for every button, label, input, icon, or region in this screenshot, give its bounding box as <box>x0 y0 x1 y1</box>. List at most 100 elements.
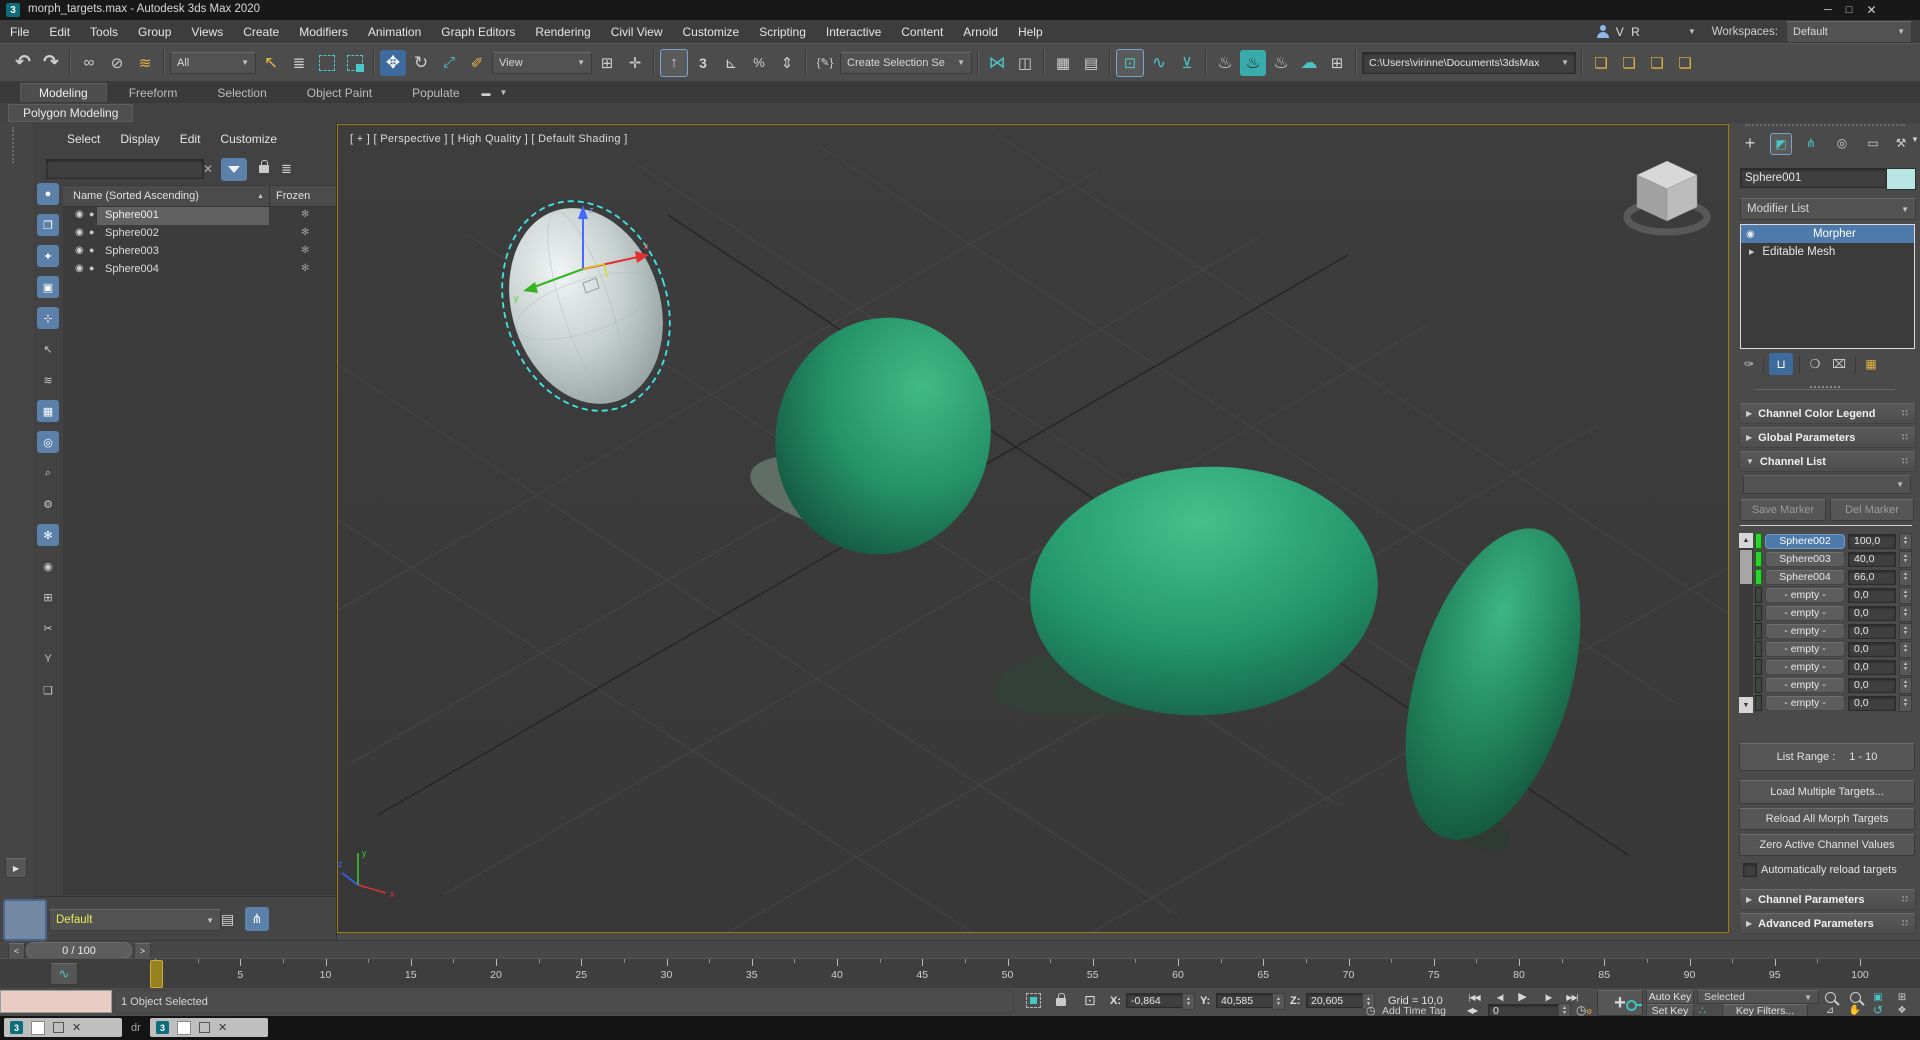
new-folder-button[interactable]: ❏ <box>37 679 59 701</box>
morph-channel-button[interactable]: Sphere002 <box>1765 534 1845 549</box>
toggle-layer-explorer-button[interactable]: ▤ <box>1078 50 1104 76</box>
panel-grip[interactable] <box>1745 124 1905 126</box>
keyboard-shortcut-override-toggle[interactable]: ↑ <box>660 49 688 77</box>
display-cameras-toggle[interactable]: ▣ <box>37 276 59 298</box>
menu-content[interactable]: Content <box>891 25 953 39</box>
morph-channel-button[interactable]: - empty - <box>1765 642 1845 657</box>
open-mini-curve-editor-button[interactable]: ∿ <box>50 963 78 985</box>
menu-file[interactable]: File <box>0 25 39 39</box>
go-to-end-button[interactable]: ▶▶| <box>1562 991 1582 1003</box>
mirror-button[interactable]: ⋈ <box>984 50 1010 76</box>
snaps-toggle-3d[interactable]: 3 <box>690 50 716 76</box>
object-name[interactable]: Sphere002 <box>105 227 159 239</box>
viewport-object-sphere004[interactable] <box>1372 508 1613 864</box>
next-frame-button[interactable]: > <box>134 943 151 959</box>
channel-value-field[interactable]: 40,0 <box>1848 552 1896 567</box>
key-mode-dropdown[interactable]: Selected▼ <box>1697 990 1819 1004</box>
lock-explorer-icon[interactable] <box>259 164 269 176</box>
table-row[interactable]: ◉ ● Sphere002 ✻ <box>63 225 336 243</box>
undo-button[interactable]: ↶ <box>10 50 36 76</box>
sort-ascending-icon[interactable]: ▲ <box>257 193 264 200</box>
project-switcher-button[interactable]: ❏ <box>1672 50 1698 76</box>
close-icon[interactable]: ✕ <box>218 1021 227 1034</box>
rollout-channel-parameters[interactable]: ▶ Channel Parameters ∷ <box>1739 889 1916 910</box>
previous-frame-button[interactable]: < <box>8 943 25 959</box>
rendered-frame-window-button[interactable]: ♨ <box>1240 50 1266 76</box>
rectangular-selection-region-button[interactable] <box>314 50 340 76</box>
hierarchy-view-icon[interactable]: ≣ <box>281 161 292 177</box>
select-by-name-button[interactable]: ≣ <box>286 50 312 76</box>
edit-named-selection-sets-button[interactable]: {✎} <box>812 50 838 76</box>
absolute-offset-mode-toggle[interactable]: ⊡ <box>1084 992 1096 1009</box>
stack-item-morpher[interactable]: ◉ Morpher <box>1741 225 1914 243</box>
cut-tool[interactable]: ✂ <box>37 617 59 639</box>
toggle-scene-explorer-button[interactable]: ▦ <box>1050 50 1076 76</box>
zoom-all-icon[interactable] <box>1845 991 1865 1003</box>
value-spinner[interactable]: ▲▼ <box>1899 551 1912 568</box>
load-multiple-targets-button[interactable]: Load Multiple Targets... <box>1739 780 1915 804</box>
orbit-icon[interactable]: ↺ <box>1868 1004 1888 1016</box>
value-spinner[interactable]: ▲▼ <box>1899 605 1912 622</box>
timeline-playhead[interactable] <box>150 960 163 988</box>
display-spacewarps-toggle[interactable]: ≋ <box>37 369 59 391</box>
rollout-separator[interactable] <box>1755 389 1895 390</box>
menu-group[interactable]: Group <box>128 25 181 39</box>
zoom-extents-icon[interactable]: ▣ <box>1868 991 1888 1003</box>
restore-icon[interactable] <box>53 1022 64 1033</box>
frame-nudge-icon[interactable]: ◀▶ <box>1462 1004 1482 1016</box>
selection-color-swatch[interactable] <box>3 899 47 941</box>
set-project-folder-button[interactable]: ❏ <box>1644 50 1670 76</box>
morph-channel-button[interactable]: - empty - <box>1765 624 1845 639</box>
morph-channel-button[interactable]: - empty - <box>1765 696 1845 711</box>
display-containers-toggle[interactable]: ⊞ <box>37 586 59 608</box>
ribbon-minimize-button[interactable]: ▬▼ <box>482 88 508 98</box>
pan-hand-icon[interactable]: ✋ <box>1845 1004 1865 1016</box>
time-configuration-button[interactable]: ◷ <box>1576 1003 1586 1017</box>
next-frame-playback-button[interactable]: |▶ <box>1538 991 1558 1003</box>
object-name-field[interactable] <box>1740 168 1888 188</box>
expand-arrow-icon[interactable]: ▶ <box>1749 248 1754 256</box>
close-button[interactable]: ✕ <box>1866 3 1876 17</box>
pin-stack-button[interactable]: ✑ <box>1739 354 1759 374</box>
value-spinner[interactable]: ▲▼ <box>1899 641 1912 658</box>
taskbar-window-button[interactable]: 3 ✕ <box>4 1018 122 1037</box>
visibility-eye-icon[interactable]: ◉ <box>75 263 84 274</box>
remove-modifier-button[interactable]: ⌧ <box>1829 354 1849 374</box>
play-button[interactable]: ▶ <box>1512 990 1532 1002</box>
channel-value-field[interactable]: 0,0 <box>1848 624 1896 639</box>
panel-tabs-flyout[interactable]: ▼ <box>1911 135 1919 144</box>
minimize-button[interactable]: ─ <box>1824 4 1832 16</box>
viewcube[interactable] <box>1627 161 1707 232</box>
modifier-list-dropdown[interactable]: Modifier List▼ <box>1740 198 1916 220</box>
explorer-search-input[interactable] <box>46 159 204 179</box>
open-project-folder-button[interactable]: ❏ <box>1616 50 1642 76</box>
menu-help[interactable]: Help <box>1008 25 1053 39</box>
reload-all-morph-targets-button[interactable]: Reload All Morph Targets <box>1739 808 1915 830</box>
select-and-move-button[interactable]: ✥ <box>380 50 406 76</box>
rollout-global-parameters[interactable]: ▶ Global Parameters ∷ <box>1739 427 1916 448</box>
select-and-scale-button[interactable]: ⤢ <box>436 50 462 76</box>
object-name[interactable]: Sphere001 <box>105 209 159 221</box>
morph-channel-button[interactable]: - empty - <box>1765 588 1845 603</box>
morph-channel-button[interactable]: Sphere003 <box>1765 552 1845 567</box>
channel-value-field[interactable]: 0,0 <box>1848 678 1896 693</box>
zoom-icon[interactable] <box>1820 991 1840 1003</box>
table-row[interactable]: ◉ ● Sphere003 ✻ <box>63 243 336 261</box>
material-editor-button[interactable]: ⊡ <box>1116 49 1144 77</box>
y-spinner[interactable]: ▲▼ <box>1272 993 1285 1010</box>
rollout-advanced-parameters[interactable]: ▶ Advanced Parameters ∷ <box>1739 913 1916 934</box>
asset-tracking-button[interactable]: ❏ <box>1588 50 1614 76</box>
frozen-toggle-icon[interactable]: ✻ <box>301 227 309 238</box>
select-object-button[interactable]: ↖ <box>258 50 284 76</box>
menu-tools[interactable]: Tools <box>80 25 128 39</box>
morph-channel-button[interactable]: Sphere004 <box>1765 570 1845 585</box>
list-range-box[interactable]: List Range : 1 - 10 <box>1739 743 1915 771</box>
rollout-channel-color-legend[interactable]: ▶ Channel Color Legend ∷ <box>1739 403 1916 424</box>
workspace-dropdown[interactable]: Default▼ <box>1786 21 1912 43</box>
tab-motion[interactable]: ◎ <box>1832 133 1852 153</box>
layers-icon[interactable]: ▤ <box>221 911 234 928</box>
restore-icon[interactable] <box>199 1022 210 1033</box>
clear-search-icon[interactable]: ✕ <box>203 162 213 176</box>
menu-civil-view[interactable]: Civil View <box>601 25 673 39</box>
menu-rendering[interactable]: Rendering <box>525 25 600 39</box>
